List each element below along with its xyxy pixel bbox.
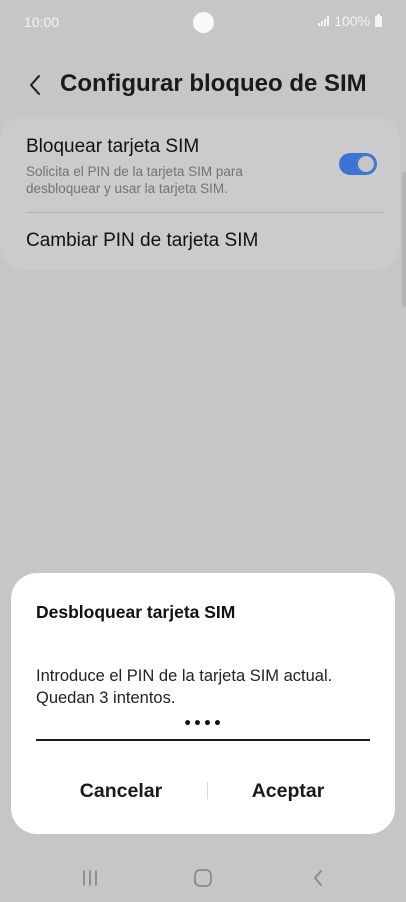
back-button[interactable] (18, 68, 52, 102)
recents-button[interactable] (70, 863, 110, 893)
chevron-left-icon (30, 75, 40, 95)
home-icon (194, 869, 212, 887)
nav-back-icon (314, 870, 322, 886)
home-button[interactable] (183, 863, 223, 893)
settings-card: Bloquear tarjeta SIM Solicita el PIN de … (0, 117, 400, 270)
dialog-message: Introduce el PIN de la tarjeta SIM actua… (36, 667, 333, 707)
lock-sim-toggle[interactable] (339, 153, 377, 175)
lock-sim-title: Bloquear tarjeta SIM (26, 136, 200, 157)
dialog-buttons: Cancelar Aceptar (11, 769, 395, 813)
change-pin-title: Cambiar PIN de tarjeta SIM (26, 230, 259, 251)
nav-back-button[interactable] (298, 863, 338, 893)
navigation-bar (0, 855, 406, 902)
status-bar: 10:00 100% (0, 0, 406, 44)
toggle-knob (356, 154, 376, 174)
pin-input[interactable] (36, 713, 370, 741)
front-camera (193, 12, 214, 33)
scrollbar[interactable] (402, 172, 406, 307)
battery-percent: 100% (334, 13, 370, 29)
battery-icon (375, 13, 382, 27)
change-pin-row[interactable]: Cambiar PIN de tarjeta SIM (0, 213, 400, 270)
lock-sim-description: Solicita el PIN de la tarjeta SIM para d… (26, 164, 243, 196)
recents-icon (83, 870, 97, 886)
dialog-title: Desbloquear tarjeta SIM (36, 602, 236, 622)
lock-sim-row[interactable]: Bloquear tarjeta SIM Solicita el PIN de … (0, 117, 400, 212)
status-time: 10:00 (24, 14, 60, 30)
signal-icon (318, 16, 330, 26)
page-title: Configurar bloqueo de SIM (60, 70, 367, 97)
unlock-sim-dialog: Desbloquear tarjeta SIM Introduce el PIN… (11, 573, 395, 834)
cancel-button[interactable]: Cancelar (36, 769, 206, 813)
app-header: Configurar bloqueo de SIM (0, 60, 406, 110)
status-indicators: 100% (318, 13, 382, 29)
accept-button[interactable]: Aceptar (203, 769, 373, 813)
